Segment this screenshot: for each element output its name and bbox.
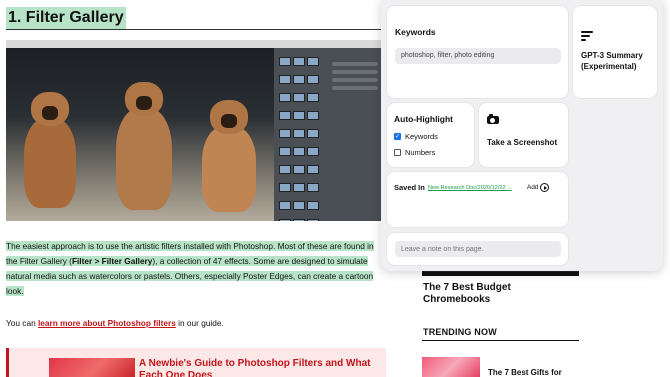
- keywords-title: Keywords: [395, 27, 436, 37]
- puppy-left: [24, 92, 76, 208]
- keywords-checkbox[interactable]: ✓: [394, 133, 401, 140]
- summary-lines-icon: [581, 31, 593, 41]
- take-screenshot-label: Take a Screenshot: [487, 138, 558, 147]
- trending-divider: [422, 340, 579, 341]
- related-article-image: [49, 358, 135, 377]
- note-input[interactable]: [395, 241, 561, 257]
- article-paragraph: The easiest approach is to use the artis…: [6, 239, 386, 299]
- guide-prefix: You can: [6, 318, 38, 328]
- filter-thumbnails: [278, 54, 326, 221]
- guide-paragraph: You can learn more about Photoshop filte…: [6, 317, 224, 329]
- puppy-middle: [116, 82, 172, 210]
- keywords-field[interactable]: photoshop, filter, photo editing: [395, 48, 561, 64]
- keywords-option-label: Keywords: [405, 132, 438, 141]
- camera-icon: [487, 114, 499, 124]
- article-image: [6, 40, 382, 221]
- saved-in-path-link[interactable]: New Research Doc/2020/12/22 ...: [428, 185, 524, 191]
- trending-heading: TRENDING NOW: [423, 327, 497, 337]
- extension-popup: Keywords photoshop, filter, photo editin…: [381, 0, 663, 271]
- take-screenshot-button[interactable]: Take a Screenshot: [479, 103, 568, 167]
- sidebar-image-bar: [422, 272, 579, 276]
- filter-settings: [332, 58, 378, 94]
- heading-divider: [6, 29, 388, 30]
- saved-in-card: Saved In New Research Doc/2020/12/22 ...…: [387, 172, 568, 227]
- trending-item-image[interactable]: [422, 357, 480, 377]
- article-content: 1. Filter Gallery The easiest approach i…: [0, 0, 388, 377]
- trending-item-title[interactable]: The 7 Best Gifts for: [488, 368, 562, 377]
- play-circle-icon: [540, 183, 550, 192]
- section-heading: 1. Filter Gallery: [6, 7, 126, 29]
- note-card: [387, 233, 568, 265]
- auto-highlight-card: Auto-Highlight ✓ Keywords Numbers: [387, 103, 474, 167]
- add-button[interactable]: Add: [527, 183, 550, 192]
- gpt-summary-label: GPT-3 Summary (Experimental): [581, 51, 643, 71]
- related-article-card[interactable]: A Newbie's Guide to Photoshop Filters an…: [6, 348, 386, 377]
- sidebar-article-title[interactable]: The 7 Best Budget Chromebooks: [423, 282, 563, 306]
- keywords-option[interactable]: ✓ Keywords: [394, 132, 438, 141]
- guide-suffix: in our guide.: [175, 318, 224, 328]
- numbers-option-label: Numbers: [405, 148, 436, 157]
- add-label: Add: [526, 184, 539, 191]
- keywords-card: Keywords photoshop, filter, photo editin…: [387, 6, 568, 98]
- filter-gallery-panel: [274, 48, 382, 221]
- saved-in-title: Saved In: [394, 183, 425, 192]
- puppies-photo: [6, 48, 274, 221]
- photoshop-filters-link[interactable]: learn more about Photoshop filters: [38, 318, 176, 328]
- menu-path: Filter > Filter Gallery: [71, 256, 153, 266]
- photoshop-menubar: [6, 40, 382, 48]
- related-article-title[interactable]: A Newbie's Guide to Photoshop Filters an…: [139, 358, 379, 377]
- numbers-option[interactable]: Numbers: [394, 148, 435, 157]
- auto-highlight-title: Auto-Highlight: [394, 114, 454, 124]
- puppy-right: [202, 100, 256, 212]
- numbers-checkbox[interactable]: [394, 149, 401, 156]
- gpt-summary-button[interactable]: GPT-3 Summary (Experimental): [573, 6, 657, 98]
